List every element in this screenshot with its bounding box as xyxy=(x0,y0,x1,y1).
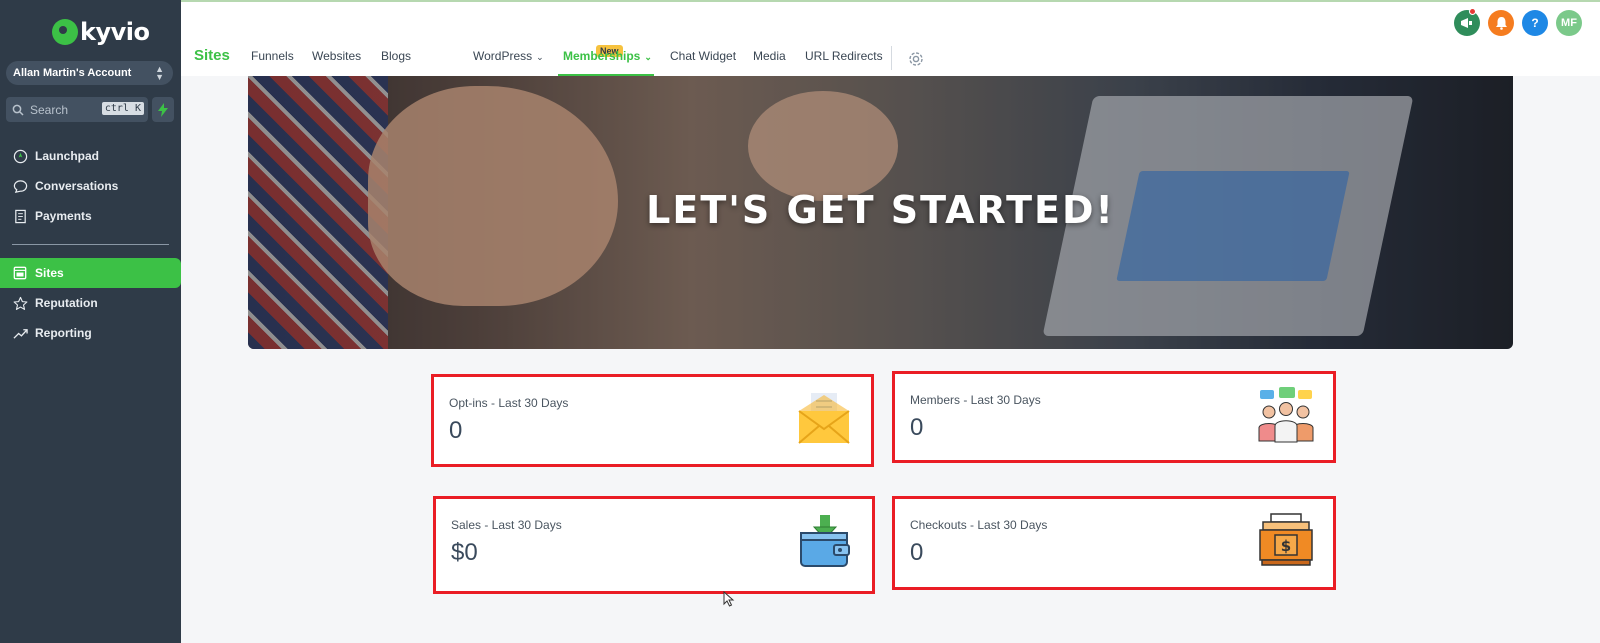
sidebar-item-sites[interactable]: Sites xyxy=(0,258,181,288)
sidebar-item-label: Reputation xyxy=(35,296,98,310)
tab-separator xyxy=(891,46,892,70)
stat-card-optins[interactable]: Opt-ins - Last 30 Days 0 xyxy=(431,374,874,467)
site-icon xyxy=(12,265,28,281)
hero-banner: LET'S GET STARTED! xyxy=(248,76,1513,349)
stat-label: Members - Last 30 Days xyxy=(910,393,1041,407)
stat-value: 0 xyxy=(910,414,924,441)
chevron-down-icon: ⌄ xyxy=(644,52,652,62)
account-name: Allan Martin's Account xyxy=(13,67,132,79)
sidebar-item-launchpad[interactable]: Launchpad xyxy=(0,141,181,171)
tab-blogs[interactable]: Blogs xyxy=(381,49,411,63)
account-switcher[interactable]: Allan Martin's Account ▲ ▼ xyxy=(6,61,173,85)
tab-wordpress-label: WordPress xyxy=(473,49,533,63)
tab-memberships-label: Memberships xyxy=(563,49,641,63)
top-nav-bar: Sites Funnels Websites Blogs New WordPre… xyxy=(181,0,1600,76)
logo-text: kyvio xyxy=(80,18,150,46)
sidebar-item-label: Conversations xyxy=(35,179,119,193)
tab-funnels[interactable]: Funnels xyxy=(251,49,294,63)
quick-action-button[interactable] xyxy=(152,97,174,122)
lightning-bolt-icon xyxy=(158,102,168,117)
stat-card-sales[interactable]: Sales - Last 30 Days $0 xyxy=(433,496,875,594)
search-box[interactable]: Search ctrl K xyxy=(6,97,148,122)
search-placeholder: Search xyxy=(30,102,69,117)
mouse-cursor-icon xyxy=(723,590,735,607)
wallet-icon xyxy=(796,511,854,569)
sidebar-divider xyxy=(12,244,169,245)
stat-card-members[interactable]: Members - Last 30 Days 0 xyxy=(892,371,1336,463)
people-chat-icon xyxy=(1257,386,1315,444)
tab-memberships[interactable]: Memberships ⌄ xyxy=(563,49,652,63)
logo-mark-icon xyxy=(52,19,78,45)
bell-icon[interactable] xyxy=(1488,10,1514,36)
stat-label: Opt-ins - Last 30 Days xyxy=(449,396,569,410)
tab-media[interactable]: Media xyxy=(753,49,786,63)
page-title: Sites xyxy=(194,47,230,64)
rocket-icon xyxy=(12,148,28,164)
user-avatar[interactable]: MF xyxy=(1556,10,1582,36)
sidebar-item-label: Launchpad xyxy=(35,149,100,163)
search-shortcut: ctrl K xyxy=(101,102,144,115)
search-icon xyxy=(12,104,24,116)
trend-icon xyxy=(12,325,28,341)
chevron-down-icon: ⌄ xyxy=(536,52,544,62)
tab-chat-widget[interactable]: Chat Widget xyxy=(670,49,736,63)
stat-value: 0 xyxy=(449,417,463,444)
megaphone-icon[interactable] xyxy=(1454,10,1480,36)
stat-label: Sales - Last 30 Days xyxy=(451,518,562,532)
envelope-icon xyxy=(795,389,853,447)
stat-value: 0 xyxy=(910,539,924,566)
banner-title: LET'S GET STARTED! xyxy=(646,188,1115,232)
notification-dot xyxy=(1469,8,1476,15)
tab-websites[interactable]: Websites xyxy=(312,49,361,63)
sidebar-item-label: Payments xyxy=(35,209,92,223)
chevron-up-down-icon: ▲ ▼ xyxy=(155,64,164,82)
svg-text:$: $ xyxy=(1281,537,1291,555)
kyvio-logo[interactable]: kyvio xyxy=(52,14,150,50)
sidebar-item-reputation[interactable]: Reputation xyxy=(0,288,181,318)
sidebar-item-payments[interactable]: Payments xyxy=(0,201,181,231)
receipt-icon xyxy=(12,208,28,224)
stat-card-checkouts[interactable]: Checkouts - Last 30 Days 0 $ xyxy=(892,496,1336,590)
stat-label: Checkouts - Last 30 Days xyxy=(910,518,1048,532)
star-icon xyxy=(12,295,28,311)
sidebar-item-label: Reporting xyxy=(35,326,92,340)
cash-register-icon: $ xyxy=(1257,511,1315,569)
tab-url-redirects[interactable]: URL Redirects xyxy=(805,49,883,63)
sidebar-item-conversations[interactable]: Conversations xyxy=(0,171,181,201)
tab-wordpress[interactable]: WordPress ⌄ xyxy=(473,49,544,63)
sidebar-item-label: Sites xyxy=(35,266,64,280)
chat-bubble-icon xyxy=(12,178,28,194)
help-icon[interactable]: ? xyxy=(1522,10,1548,36)
gear-icon[interactable] xyxy=(907,50,925,68)
sidebar-item-reporting[interactable]: Reporting xyxy=(0,318,181,348)
stat-value: $0 xyxy=(451,539,478,566)
sidebar: kyvio Allan Martin's Account ▲ ▼ Search c… xyxy=(0,0,181,643)
